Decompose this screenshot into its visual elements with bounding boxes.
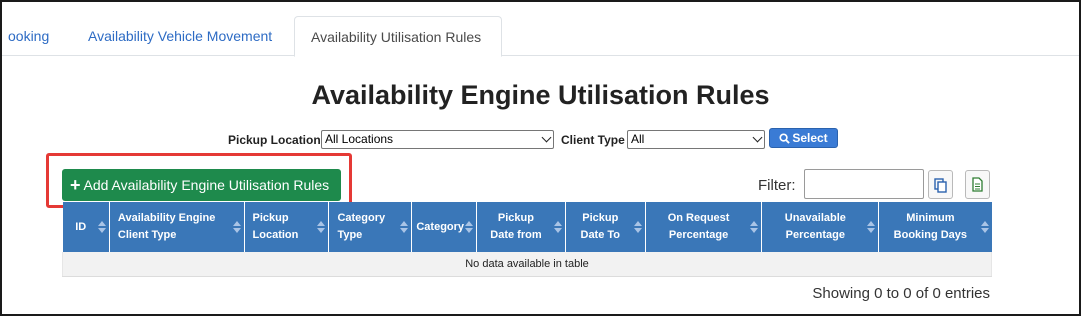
chevron-down-icon <box>752 132 763 143</box>
sort-icon <box>232 221 241 233</box>
sort-icon <box>317 221 326 233</box>
column-header-minimum-booking-days[interactable]: Minimum Booking Days <box>878 202 992 252</box>
column-header-category[interactable]: Category <box>411 202 478 252</box>
column-label: Unavailable Percentage <box>784 212 846 241</box>
column-label: Minimum Booking Days <box>893 212 968 241</box>
sort-icon <box>553 221 562 233</box>
sort-icon <box>97 221 106 233</box>
table-filter-label: Filter: <box>758 177 796 194</box>
column-header-unavailable-percentage[interactable]: Unavailable Percentage <box>761 202 880 252</box>
column-label: Category Type <box>337 212 386 241</box>
pickup-location-label: Pickup Location <box>228 133 321 147</box>
column-label: Category <box>416 220 465 233</box>
column-header-on-request-percentage[interactable]: On Request Percentage <box>645 202 763 252</box>
sort-icon <box>633 221 642 233</box>
csv-button[interactable] <box>965 170 990 199</box>
chevron-down-icon <box>541 132 552 143</box>
table-header-row: ID Availability Engine Client Type Picku… <box>62 202 992 252</box>
table-row: No data available in table <box>62 252 992 277</box>
select-button-label: Select <box>792 131 828 145</box>
sort-icon <box>980 221 989 233</box>
tab-booking[interactable]: ooking <box>2 16 65 57</box>
column-label: Pickup Location <box>252 212 299 241</box>
column-label: ID <box>75 220 87 233</box>
pickup-location-value: All Locations <box>325 132 394 146</box>
add-rule-button[interactable]: + Add Availability Engine Utilisation Rul… <box>62 169 341 201</box>
tab-bar: ooking Availability Vehicle Movement Ava… <box>2 2 1079 57</box>
search-icon <box>779 133 791 144</box>
pickup-location-select[interactable]: All Locations <box>321 130 554 149</box>
sort-icon <box>465 221 474 233</box>
window-frame: ooking Availability Vehicle Movement Ava… <box>0 0 1081 316</box>
plus-icon: + <box>70 175 81 195</box>
tab-availability-vehicle-movement[interactable]: Availability Vehicle Movement <box>72 16 288 57</box>
column-label: Pickup Date from <box>490 212 542 241</box>
column-header-category-type[interactable]: Category Type <box>328 202 413 252</box>
sort-icon <box>867 221 876 233</box>
table-filter-input[interactable] <box>804 169 924 199</box>
copy-button[interactable] <box>928 170 953 199</box>
rules-table: ID Availability Engine Client Type Picku… <box>62 202 992 277</box>
column-header-pickup-date-to[interactable]: Pickup Date To <box>565 202 646 252</box>
add-rule-button-label: Add Availability Engine Utilisation Rule… <box>83 177 330 193</box>
client-type-label: Client Type <box>561 133 625 147</box>
column-label: Availability Engine Client Type <box>117 212 216 241</box>
client-type-select[interactable]: All <box>627 130 765 149</box>
page-title: Availability Engine Utilisation Rules <box>311 80 770 110</box>
sort-icon <box>750 221 759 233</box>
table-info: Showing 0 to 0 of 0 entries <box>812 285 990 302</box>
column-label: Pickup Date To <box>580 212 621 241</box>
client-type-value: All <box>631 132 645 146</box>
filter-bar: Pickup Location All Locations Client Typ… <box>2 128 1079 150</box>
sort-icon <box>400 221 409 233</box>
column-header-client-type[interactable]: Availability Engine Client Type <box>109 202 245 252</box>
select-button[interactable]: Select <box>769 128 838 148</box>
column-header-id[interactable]: ID <box>62 202 110 252</box>
column-header-pickup-location[interactable]: Pickup Location <box>244 202 330 252</box>
column-label: On Request Percentage <box>667 212 730 241</box>
column-header-pickup-date-from[interactable]: Pickup Date from <box>476 202 566 252</box>
empty-table-message: No data available in table <box>62 252 992 277</box>
copy-icon <box>934 178 947 193</box>
csv-file-icon <box>972 177 983 192</box>
tab-availability-utilisation-rules[interactable]: Availability Utilisation Rules <box>294 16 502 57</box>
